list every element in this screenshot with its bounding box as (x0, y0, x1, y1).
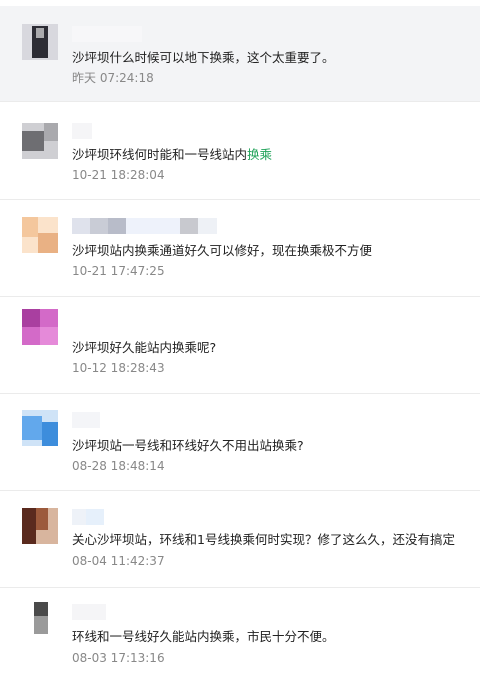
comment-time: 昨天 07:24:18 (72, 71, 154, 85)
redacted-block (72, 123, 92, 139)
redacted-block (108, 218, 126, 234)
list-item: 关心沙坪坝站，环线和1号线换乘何时实现？修了这么久，还没有搞定 08-04 11… (0, 491, 480, 588)
comment-text: 关心沙坪坝站，环线和1号线换乘何时实现？修了这么久，还没有搞定 (72, 532, 455, 547)
avatar-blur-block (44, 123, 58, 141)
avatar[interactable] (22, 508, 58, 544)
avatar-blur-block (34, 616, 48, 634)
redacted-block (126, 218, 180, 234)
avatar[interactable] (22, 217, 58, 253)
avatar-blur-block (22, 309, 40, 327)
comment-list: 沙坪坝什么时候可以地下换乘，这个太重要了。 昨天 07:24:18 沙坪坝环线何… (0, 0, 480, 674)
comment-text: 沙坪坝什么时候可以地下换乘，这个太重要了。 (72, 50, 335, 65)
redacted-block (86, 509, 104, 525)
comment-time: 08-04 11:42:37 (72, 554, 165, 568)
avatar-blur-block (36, 28, 44, 38)
avatar-blur-block (38, 233, 58, 253)
username-redacted[interactable] (72, 123, 92, 139)
comment-time: 08-28 18:48:14 (72, 459, 165, 473)
avatar-blur-block (22, 217, 38, 237)
comment-text: 环线和一号线好久能站内换乘，市民十分不便。 (72, 629, 335, 644)
avatar-blur-block (40, 327, 58, 345)
redacted-block (72, 412, 100, 428)
comment-text: 沙坪坝站内换乘通道好久可以修好，现在换乘极不方便 (72, 243, 373, 258)
list-item: 沙坪坝好久能站内换乘呢? 10-12 18:28:43 (0, 297, 480, 394)
avatar[interactable] (22, 600, 58, 636)
avatar-blur-block (22, 508, 36, 544)
redacted-block (198, 218, 217, 234)
list-item: 沙坪坝环线何时能和一号线站内换乘 10-21 18:28:04 (0, 103, 480, 200)
avatar[interactable] (22, 24, 58, 60)
list-item: 沙坪坝站内换乘通道好久可以修好，现在换乘极不方便 10-21 17:47:25 (0, 200, 480, 297)
username-redacted[interactable] (72, 604, 106, 620)
list-item: 环线和一号线好久能站内换乘，市民十分不便。 08-03 17:13:16 (0, 588, 480, 674)
comment-time: 08-03 17:13:16 (72, 651, 165, 665)
redacted-block (72, 218, 90, 234)
avatar[interactable] (22, 123, 58, 159)
avatar-blur-block (34, 602, 48, 616)
list-item: 沙坪坝站一号线和环线好久不用出站换乘? 08-28 18:48:14 (0, 394, 480, 491)
redacted-block (180, 218, 198, 234)
avatar-blur-block (22, 131, 44, 151)
redacted-block (72, 509, 86, 525)
comment-text: 沙坪坝好久能站内换乘呢? (72, 340, 217, 355)
redacted-block (72, 26, 142, 42)
comment-time: 10-21 17:47:25 (72, 264, 165, 278)
avatar-blur-block (36, 508, 48, 530)
redacted-block (90, 218, 108, 234)
username-redacted[interactable] (72, 509, 104, 525)
transfer-link[interactable]: 换乘 (247, 147, 272, 162)
comment-text: 沙坪坝环线何时能和一号线站内换乘 (72, 146, 272, 164)
avatar-blur-block (40, 309, 58, 327)
comment-time: 10-21 18:28:04 (72, 168, 165, 182)
comment-text-main: 沙坪坝环线何时能和一号线站内 (72, 147, 248, 162)
list-item: 沙坪坝什么时候可以地下换乘，这个太重要了。 昨天 07:24:18 (0, 6, 480, 102)
avatar-blur-block (22, 327, 40, 345)
avatar[interactable] (22, 410, 58, 446)
avatar-blur-block (22, 416, 42, 440)
redacted-block (72, 604, 106, 620)
username-redacted[interactable] (72, 26, 142, 42)
comment-text: 沙坪坝站一号线和环线好久不用出站换乘? (72, 438, 304, 453)
username-redacted[interactable] (72, 218, 217, 234)
avatar[interactable] (22, 309, 58, 345)
comment-time: 10-12 18:28:43 (72, 361, 165, 375)
username-redacted[interactable] (72, 412, 100, 428)
avatar-blur-block (42, 422, 58, 446)
